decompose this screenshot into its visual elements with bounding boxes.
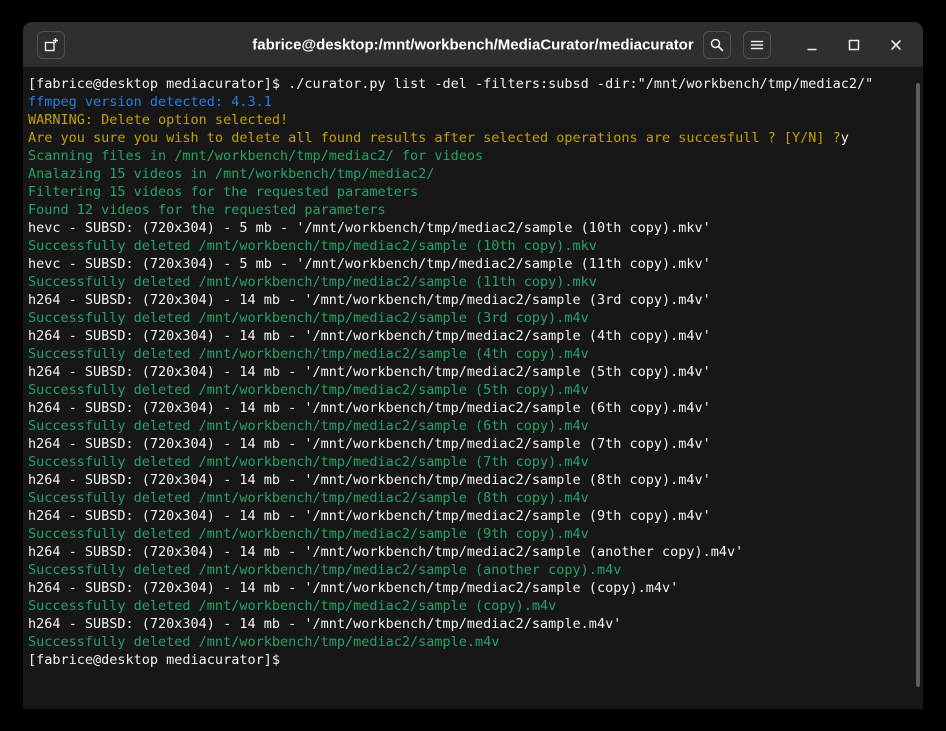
terminal-line: ffmpeg version detected: 4.3.1 [28,93,909,111]
maximize-icon [846,37,862,53]
terminal-line: Successfully deleted /mnt/workbench/tmp/… [28,489,909,507]
terminal-line: Analazing 15 videos in /mnt/workbench/tm… [28,165,909,183]
headerbar-left [37,31,65,59]
close-icon [888,37,904,53]
scrollbar-thumb[interactable] [916,83,920,687]
terminal-line: WARNING: Delete option selected! [28,111,909,129]
close-button[interactable] [881,31,911,59]
maximize-button[interactable] [839,31,869,59]
terminal-output[interactable]: [fabrice@desktop mediacurator]$ ./curato… [23,69,923,709]
terminal-line: Successfully deleted /mnt/workbench/tmp/… [28,345,909,363]
minimize-icon [804,37,820,53]
terminal-line: Successfully deleted /mnt/workbench/tmp/… [28,633,909,651]
terminal-line: Successfully deleted /mnt/workbench/tmp/… [28,525,909,543]
terminal-line: h264 - SUBSD: (720x304) - 14 mb - '/mnt/… [28,327,909,345]
window-title: fabrice@desktop:/mnt/workbench/MediaCura… [252,36,693,53]
new-tab-button[interactable] [37,31,65,59]
terminal-line: h264 - SUBSD: (720x304) - 14 mb - '/mnt/… [28,435,909,453]
terminal-line: [fabrice@desktop mediacurator]$ ./curato… [28,75,909,93]
terminal-line: Successfully deleted /mnt/workbench/tmp/… [28,597,909,615]
scrollbar[interactable] [913,70,922,706]
terminal-line: Successfully deleted /mnt/workbench/tmp/… [28,273,909,291]
terminal-line: Successfully deleted /mnt/workbench/tmp/… [28,381,909,399]
terminal-line: h264 - SUBSD: (720x304) - 14 mb - '/mnt/… [28,543,909,561]
terminal-line: Successfully deleted /mnt/workbench/tmp/… [28,417,909,435]
hamburger-icon [749,37,765,53]
terminal-line: h264 - SUBSD: (720x304) - 14 mb - '/mnt/… [28,615,909,633]
terminal-line: Successfully deleted /mnt/workbench/tmp/… [28,237,909,255]
terminal-line: Successfully deleted /mnt/workbench/tmp/… [28,309,909,327]
tab-new-icon [43,37,59,53]
search-button[interactable] [703,31,731,59]
terminal-line: Are you sure you wish to delete all foun… [28,129,909,147]
terminal-line: h264 - SUBSD: (720x304) - 14 mb - '/mnt/… [28,399,909,417]
headerbar: fabrice@desktop:/mnt/workbench/MediaCura… [23,22,923,68]
terminal-line: h264 - SUBSD: (720x304) - 14 mb - '/mnt/… [28,363,909,381]
terminal-line: Successfully deleted /mnt/workbench/tmp/… [28,453,909,471]
terminal-line: Filtering 15 videos for the requested pa… [28,183,909,201]
terminal-line: Scanning files in /mnt/workbench/tmp/med… [28,147,909,165]
menu-button[interactable] [743,31,771,59]
terminal-line: h264 - SUBSD: (720x304) - 14 mb - '/mnt/… [28,291,909,309]
terminal-line: [fabrice@desktop mediacurator]$ [28,651,909,669]
headerbar-right [703,31,911,59]
terminal-line: Found 12 videos for the requested parame… [28,201,909,219]
terminal-line: hevc - SUBSD: (720x304) - 5 mb - '/mnt/w… [28,219,909,237]
terminal-line: h264 - SUBSD: (720x304) - 14 mb - '/mnt/… [28,471,909,489]
minimize-button[interactable] [797,31,827,59]
terminal-line: h264 - SUBSD: (720x304) - 14 mb - '/mnt/… [28,579,909,597]
search-icon [709,37,725,53]
terminal-window: fabrice@desktop:/mnt/workbench/MediaCura… [23,22,923,709]
terminal-line: hevc - SUBSD: (720x304) - 5 mb - '/mnt/w… [28,255,909,273]
terminal-line: Successfully deleted /mnt/workbench/tmp/… [28,561,909,579]
terminal-line: h264 - SUBSD: (720x304) - 14 mb - '/mnt/… [28,507,909,525]
